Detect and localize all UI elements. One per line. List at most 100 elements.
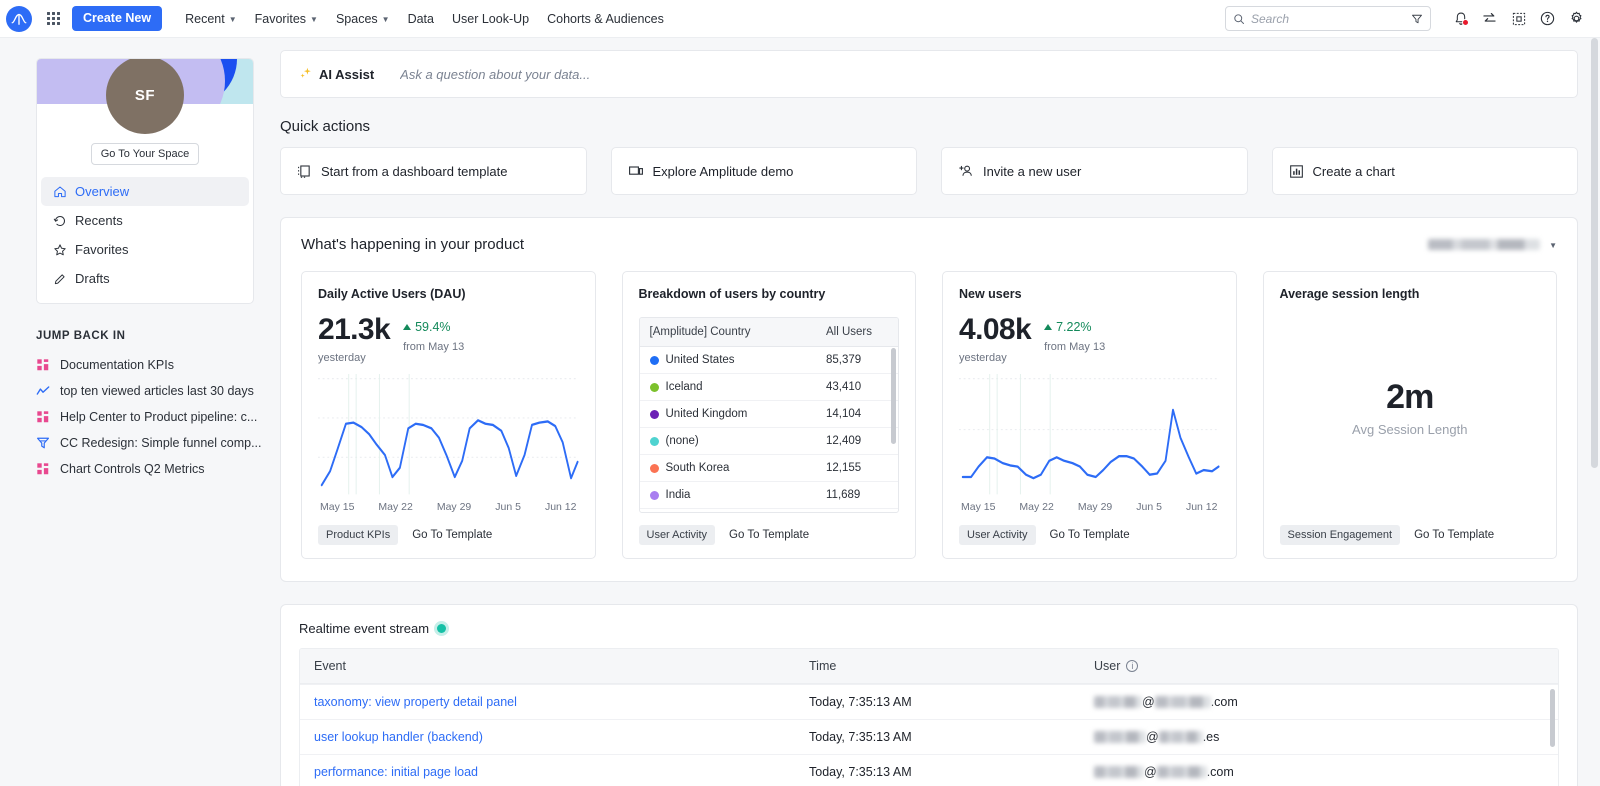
jump-back-in-item-cc-redesign-funnel[interactable]: CC Redesign: Simple funnel comp... <box>36 430 268 456</box>
go-to-template-link[interactable]: Go To Template <box>1414 529 1494 541</box>
country-cell: United States <box>650 354 827 366</box>
table-scrollbar[interactable] <box>891 348 896 444</box>
table-header-row: [Amplitude] Country All Users <box>640 318 899 347</box>
search-input[interactable] <box>1251 12 1405 26</box>
axis-tick: May 22 <box>1019 501 1053 513</box>
metric-card-tag[interactable]: User Activity <box>639 525 716 545</box>
table-row[interactable]: India 11,689 <box>640 482 899 509</box>
sidebar-item-favorites[interactable]: Favorites <box>41 235 249 264</box>
quick-action-label: Create a chart <box>1313 164 1395 179</box>
whats-happening-header: What's happening in your product ▼ <box>301 236 1557 253</box>
nav-item-data[interactable]: Data <box>399 7 443 31</box>
metric-card-tag[interactable]: Session Engagement <box>1280 525 1401 545</box>
gridlines <box>959 379 1220 430</box>
sidebar-item-recents[interactable]: Recents <box>41 206 249 235</box>
filter-icon[interactable] <box>1411 13 1423 25</box>
axis-tick: May 22 <box>378 501 412 513</box>
table-header-row: Event Time User i <box>300 649 1558 684</box>
table-row[interactable]: South Korea 12,155 <box>640 455 899 482</box>
arrow-up-icon <box>403 324 411 330</box>
gridlines <box>318 379 579 458</box>
metric-delta-block: 7.22% from May 13 <box>1044 315 1105 353</box>
dau-x-axis-labels: May 15 May 22 May 29 Jun 5 Jun 12 <box>318 501 579 513</box>
event-link[interactable]: performance: initial page load <box>314 765 478 779</box>
quick-action-start-from-dashboard-template[interactable]: Start from a dashboard template <box>280 147 587 195</box>
nav-item-user-lookup[interactable]: User Look-Up <box>443 7 538 31</box>
table-row[interactable]: taxonomy: view property detail panel Tod… <box>300 684 1558 719</box>
jump-back-in-item-documentation-kpis[interactable]: Documentation KPIs <box>36 352 268 378</box>
table-row[interactable]: (none) 12,409 <box>640 428 899 455</box>
event-link[interactable]: taxonomy: view property detail panel <box>314 695 517 709</box>
event-stream-scrollbar[interactable] <box>1550 689 1555 747</box>
quick-action-label: Explore Amplitude demo <box>653 164 794 179</box>
notifications-button[interactable] <box>1447 5 1474 32</box>
table-row[interactable]: performance: initial page load Today, 7:… <box>300 754 1558 786</box>
quick-action-explore-amplitude-demo[interactable]: Explore Amplitude demo <box>611 147 918 195</box>
country-cell: United Kingdom <box>650 408 827 420</box>
go-to-template-link[interactable]: Go To Template <box>412 529 492 541</box>
workspace-selector-button[interactable] <box>1505 5 1532 32</box>
app-launcher-grid-icon[interactable] <box>42 8 64 30</box>
go-to-template-link[interactable]: Go To Template <box>1050 529 1130 541</box>
help-button[interactable] <box>1534 5 1561 32</box>
nav-item-spaces[interactable]: Spaces ▼ <box>327 7 399 31</box>
jump-back-in-item-help-center-pipeline[interactable]: Help Center to Product pipeline: c... <box>36 404 268 430</box>
metric-card-average-session-length[interactable]: Average session length 2m Avg Session Le… <box>1263 271 1558 559</box>
metric-value: 21.3k <box>318 315 390 345</box>
sparkles-icon <box>299 66 313 83</box>
metric-card-footer: User Activity Go To Template <box>959 525 1220 545</box>
metric-card-breakdown-by-country[interactable]: Breakdown of users by country [Amplitude… <box>622 271 917 559</box>
country-cell: South Korea <box>650 462 827 474</box>
event-link[interactable]: user lookup handler (backend) <box>314 730 483 744</box>
switch-project-button[interactable] <box>1476 5 1503 32</box>
settings-button[interactable] <box>1563 5 1590 32</box>
table-row[interactable]: United Kingdom 14,104 <box>640 401 899 428</box>
metric-value-row: 4.08k yesterday 7.22% from May 13 <box>959 315 1220 364</box>
nav-item-favorites[interactable]: Favorites ▼ <box>246 7 327 31</box>
series-color-dot <box>650 356 659 365</box>
search-box[interactable] <box>1225 6 1431 31</box>
table-row[interactable]: United States 85,379 <box>640 347 899 374</box>
metric-card-daily-active-users[interactable]: Daily Active Users (DAU) 21.3k yesterday… <box>301 271 596 559</box>
nav-item-recent[interactable]: Recent ▼ <box>176 7 246 31</box>
quick-action-invite-a-new-user[interactable]: Invite a new user <box>941 147 1248 195</box>
whats-happening-panel: What's happening in your product ▼ Daily… <box>280 217 1578 582</box>
create-new-button[interactable]: Create New <box>72 6 162 31</box>
gear-icon <box>1568 10 1585 27</box>
whats-happening-project-selector[interactable]: ▼ <box>1428 239 1557 250</box>
metric-card-tag[interactable]: Product KPIs <box>318 525 398 545</box>
country-name: United Kingdom <box>666 408 748 420</box>
go-to-template-link[interactable]: Go To Template <box>729 529 809 541</box>
go-to-your-space-button[interactable]: Go To Your Space <box>91 143 199 165</box>
weekend-bands <box>349 374 409 494</box>
info-icon[interactable]: i <box>1126 660 1138 672</box>
axis-tick: May 29 <box>1078 501 1112 513</box>
quick-action-create-a-chart[interactable]: Create a chart <box>1272 147 1579 195</box>
metric-card-tag[interactable]: User Activity <box>959 525 1036 545</box>
ai-assist-input[interactable] <box>400 67 1559 82</box>
live-status-dot <box>437 624 446 633</box>
jump-back-in-item-chart-controls-q2[interactable]: Chart Controls Q2 Metrics <box>36 456 268 482</box>
country-cell: (none) <box>650 435 827 447</box>
amplitude-logo-icon[interactable] <box>6 6 32 32</box>
table-row[interactable]: Iceland 43,410 <box>640 374 899 401</box>
nav-item-spaces-label: Spaces <box>336 12 378 26</box>
selector-value-redacted <box>1428 239 1540 250</box>
sidebar-item-overview[interactable]: Overview <box>41 177 249 206</box>
metric-card-new-users[interactable]: New users 4.08k yesterday 7.22% from May… <box>942 271 1237 559</box>
ai-assist-title: AI Assist <box>319 67 374 82</box>
metric-value: 2m <box>1386 378 1433 417</box>
nav-item-cohorts-audiences[interactable]: Cohorts & Audiences <box>538 7 673 31</box>
table-row[interactable]: user lookup handler (backend) Today, 7:3… <box>300 719 1558 754</box>
home-icon <box>53 185 67 199</box>
new-users-x-axis-labels: May 15 May 22 May 29 Jun 5 Jun 12 <box>959 501 1220 513</box>
user-email-suffix: .com <box>1211 695 1238 709</box>
jump-back-in-item-top-ten-viewed-articles[interactable]: top ten viewed articles last 30 days <box>36 378 268 404</box>
chevron-down-icon: ▼ <box>229 15 237 24</box>
dashboard-icon <box>36 358 50 372</box>
ai-assist-bar[interactable]: AI Assist <box>280 50 1578 98</box>
metric-delta-block: 59.4% from May 13 <box>403 315 464 353</box>
sidebar-item-drafts[interactable]: Drafts <box>41 264 249 293</box>
top-nav-right-actions <box>1225 5 1590 32</box>
page-scrollbar[interactable] <box>1591 38 1598 468</box>
